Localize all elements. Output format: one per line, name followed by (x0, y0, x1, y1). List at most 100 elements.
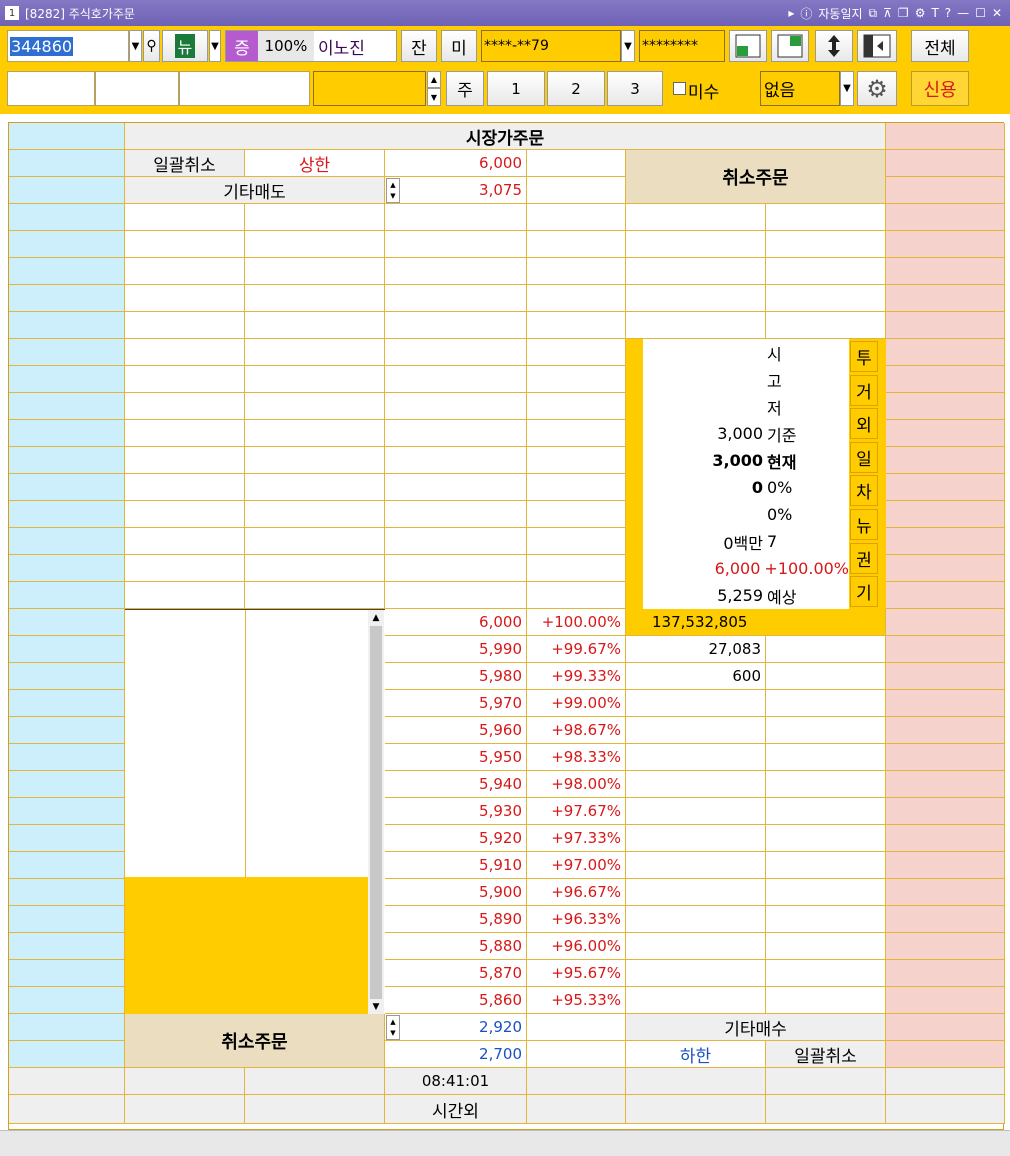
ask-price-cell[interactable] (385, 501, 527, 528)
bid-order-cell[interactable] (886, 771, 1005, 798)
ask-order-cell[interactable] (9, 636, 125, 663)
scroll-up-icon[interactable]: ▲ (368, 610, 384, 626)
side-tab-button[interactable]: 투 (850, 341, 878, 372)
quantity-up-icon[interactable]: ▲ (427, 71, 441, 88)
ask-order-cell[interactable] (9, 312, 125, 339)
side-tab-button[interactable]: 기 (850, 576, 878, 608)
other-sell-button[interactable]: 기타매도 (125, 177, 385, 204)
bid-order-cell[interactable] (886, 744, 1005, 771)
order-field-2[interactable] (95, 71, 179, 106)
balance-button[interactable]: 잔 (401, 30, 437, 62)
ask-price-cell[interactable] (385, 528, 527, 555)
qty-unit-button[interactable]: 주 (446, 71, 484, 106)
panel-toggle-icon[interactable] (857, 30, 897, 62)
close-icon[interactable]: ✕ (992, 6, 1002, 20)
credit-type-select[interactable]: 없음 (760, 71, 840, 106)
ask-order-cell[interactable] (9, 258, 125, 285)
help-icon[interactable]: ? (945, 6, 951, 20)
auto-log-icon[interactable]: ⓘ (800, 5, 812, 22)
ask-order-cell[interactable] (9, 366, 125, 393)
ask-order-cell[interactable] (9, 555, 125, 582)
bid-order-cell[interactable] (886, 420, 1005, 447)
bid-price-cell[interactable]: 5,920 (385, 825, 527, 852)
bid-price-cell[interactable]: 5,890 (385, 906, 527, 933)
bid-order-cell[interactable] (886, 852, 1005, 879)
ask-price-cell[interactable] (385, 474, 527, 501)
market-order-header[interactable]: 시장가주문 (125, 123, 886, 150)
side-tab-button[interactable]: 권 (850, 542, 878, 574)
bid-order-cell[interactable] (886, 582, 1005, 609)
ask-price-cell[interactable] (385, 420, 527, 447)
ask-order-cell[interactable] (9, 447, 125, 474)
bid-order-cell[interactable] (886, 339, 1005, 366)
bid-price-cell[interactable]: 5,970 (385, 690, 527, 717)
ask-order-cell[interactable] (9, 960, 125, 987)
bid-order-cell[interactable] (886, 717, 1005, 744)
sell-price-spinner[interactable]: ▲ ▼ (386, 178, 400, 203)
bid-order-cell[interactable] (886, 798, 1005, 825)
ask-price-cell[interactable] (385, 204, 527, 231)
news-button[interactable]: 뉴 (162, 30, 208, 62)
maximize-icon[interactable]: ☐ (975, 6, 986, 20)
bid-order-cell[interactable] (886, 204, 1005, 231)
pin-icon[interactable]: ⊼ (883, 6, 892, 20)
bid-price-cell[interactable]: 5,880 (385, 933, 527, 960)
ask-price-cell[interactable] (385, 447, 527, 474)
ask-order-cell[interactable] (9, 690, 125, 717)
ask-order-cell[interactable] (9, 231, 125, 258)
account-select[interactable]: ****-**79 (481, 30, 621, 62)
news-dropdown[interactable]: ▼ (209, 30, 221, 62)
ask-order-cell[interactable] (9, 501, 125, 528)
bid-order-cell[interactable] (886, 906, 1005, 933)
search-icon[interactable]: ⚲ (143, 30, 160, 62)
bid-order-cell[interactable] (886, 933, 1005, 960)
ask-order-cell[interactable] (9, 285, 125, 312)
bid-price-cell[interactable]: 5,900 (385, 879, 527, 906)
side-tab-button[interactable]: 뉴 (850, 509, 878, 540)
link-icon[interactable]: ⧉ (869, 6, 878, 21)
ask-price-cell[interactable] (385, 393, 527, 420)
bulk-cancel-top-button[interactable]: 일괄취소 (125, 150, 245, 177)
bid-price-cell[interactable]: 5,940 (385, 771, 527, 798)
ask-order-cell[interactable] (9, 582, 125, 609)
credit-button[interactable]: 신용 (911, 71, 969, 106)
after-hours-button[interactable]: 시간외 (385, 1095, 527, 1124)
ask-order-cell[interactable] (9, 474, 125, 501)
scrollbar-thumb[interactable] (370, 626, 382, 999)
bid-order-cell[interactable] (886, 285, 1005, 312)
layout-right-icon[interactable] (771, 30, 809, 62)
quantity-input[interactable] (313, 71, 426, 106)
ask-price-cell[interactable] (385, 231, 527, 258)
settings-icon[interactable]: ⚙ (915, 6, 926, 20)
bid-order-cell[interactable] (886, 528, 1005, 555)
bid-order-cell[interactable] (886, 879, 1005, 906)
ask-order-cell[interactable] (9, 906, 125, 933)
bid-order-cell[interactable] (886, 231, 1005, 258)
ask-order-cell[interactable] (9, 204, 125, 231)
stock-code-input[interactable]: 344860 (7, 30, 129, 62)
side-tab-button[interactable]: 일 (850, 441, 878, 473)
play-icon[interactable]: ▸ (788, 6, 794, 20)
ask-price-cell[interactable] (385, 258, 527, 285)
ask-order-cell[interactable] (9, 609, 125, 636)
ask-order-cell[interactable] (9, 717, 125, 744)
tick-scrollbar[interactable]: ▲ ▼ (368, 610, 384, 1015)
ask-order-cell[interactable] (9, 393, 125, 420)
trade-tick-list[interactable]: ▲ ▼ (125, 609, 385, 1015)
ask-price-cell[interactable] (385, 366, 527, 393)
stock-code-dropdown[interactable]: ▼ (129, 30, 142, 62)
misu-checkbox[interactable] (673, 82, 686, 95)
ask-order-cell[interactable] (9, 528, 125, 555)
qty-preset-1[interactable]: 1 (487, 71, 545, 106)
bid-order-cell[interactable] (886, 474, 1005, 501)
ask-price-cell[interactable] (385, 339, 527, 366)
ask-order-cell[interactable] (9, 339, 125, 366)
bid-order-cell[interactable] (886, 690, 1005, 717)
ask-price-cell[interactable] (385, 555, 527, 582)
side-tab-button[interactable]: 외 (850, 408, 878, 440)
ask-price-cell[interactable] (385, 582, 527, 609)
ask-order-cell[interactable] (9, 852, 125, 879)
bid-order-cell[interactable] (886, 501, 1005, 528)
account-dropdown[interactable]: ▼ (621, 30, 635, 62)
expand-vertical-icon[interactable] (815, 30, 853, 62)
